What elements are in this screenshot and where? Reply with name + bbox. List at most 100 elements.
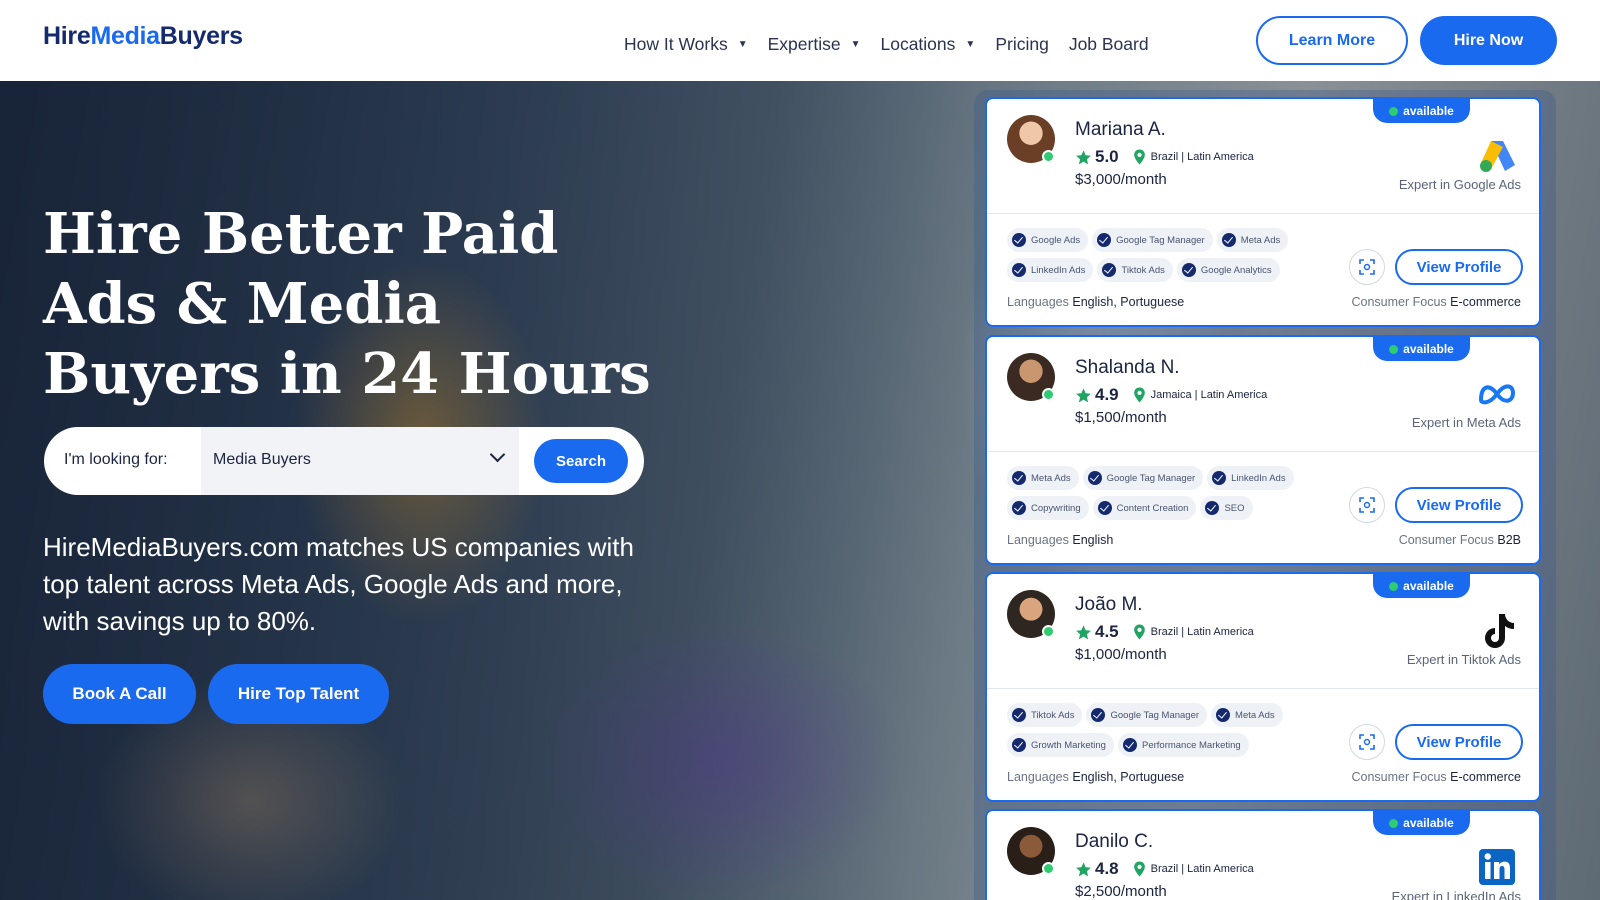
scan-icon bbox=[1359, 497, 1375, 513]
skill-label: Google Tag Manager bbox=[1110, 709, 1200, 721]
check-icon bbox=[1012, 471, 1026, 485]
check-icon bbox=[1091, 708, 1106, 722]
card-divider bbox=[987, 688, 1539, 689]
nav-pricing[interactable]: Pricing bbox=[995, 34, 1049, 55]
check-icon bbox=[1097, 501, 1112, 515]
star-icon bbox=[1076, 624, 1091, 639]
available-dot-icon bbox=[1389, 818, 1399, 828]
tiktok-icon bbox=[1485, 614, 1514, 648]
site-logo[interactable]: HireMediaBuyers bbox=[43, 22, 243, 51]
skill-label: Content Creation bbox=[1116, 502, 1189, 514]
talent-name: Danilo C. bbox=[1075, 831, 1154, 852]
talent-name: Mariana A. bbox=[1075, 119, 1166, 140]
skill-tag: Google Tag Manager bbox=[1092, 228, 1213, 252]
consumer-focus-row: Consumer Focus B2B bbox=[1399, 533, 1521, 547]
location-pin-icon bbox=[1133, 861, 1145, 877]
languages-value: English bbox=[1072, 533, 1114, 547]
skill-label: Google Tag Manager bbox=[1106, 472, 1196, 484]
nav-label: Expertise bbox=[767, 33, 841, 54]
view-profile-button[interactable]: View Profile bbox=[1395, 487, 1523, 523]
hire-top-talent-button[interactable]: Hire Top Talent bbox=[208, 664, 389, 724]
location-text: Brazil | Latin America bbox=[1150, 626, 1254, 638]
google-ads-icon bbox=[1480, 141, 1515, 172]
languages-label: Languages bbox=[1007, 533, 1069, 547]
skill-tag: Google Tag Manager bbox=[1082, 466, 1204, 490]
talent-search-bar: I'm looking for: Media Buyers Search bbox=[44, 427, 644, 495]
skill-tag: Content Creation bbox=[1092, 496, 1197, 520]
logo-text-hire: Hire bbox=[43, 22, 91, 50]
check-icon bbox=[1012, 738, 1026, 752]
hire-now-button[interactable]: Hire Now bbox=[1420, 16, 1557, 65]
skill-tag: Google Ads bbox=[1007, 228, 1089, 252]
languages-label: Languages bbox=[1007, 770, 1069, 784]
talent-card: available Danilo C. 4.8 Brazil | Latin A… bbox=[985, 809, 1541, 900]
skill-tag: Growth Marketing bbox=[1007, 733, 1114, 757]
check-icon bbox=[1097, 233, 1112, 247]
rating-location-row: 5.0 Brazil | Latin America bbox=[1075, 147, 1254, 167]
check-icon bbox=[1012, 708, 1026, 722]
talent-type-select[interactable]: Media Buyers bbox=[201, 427, 519, 495]
skill-tag: Tiktok Ads bbox=[1007, 703, 1083, 727]
check-icon bbox=[1181, 263, 1196, 277]
view-profile-button[interactable]: View Profile bbox=[1395, 724, 1523, 760]
book-call-button[interactable]: Book A Call bbox=[43, 664, 196, 724]
talent-card: available Shalanda N. 4.9 Jamaica | Lati… bbox=[985, 335, 1541, 565]
skill-label: Meta Ads bbox=[1235, 709, 1275, 721]
check-icon bbox=[1216, 708, 1231, 722]
talent-card: available João M. 4.5 Brazil | Latin Ame… bbox=[985, 572, 1541, 802]
badge-label: available bbox=[1403, 342, 1454, 356]
nav-expertise[interactable]: Expertise ▼ bbox=[768, 34, 861, 55]
nav-label: How It Works bbox=[624, 33, 728, 54]
expertise-text: Expert in Tiktok Ads bbox=[1406, 652, 1521, 667]
logo-text-media: Media bbox=[90, 22, 160, 50]
skill-label: Tiktok Ads bbox=[1031, 709, 1075, 721]
skill-tag: Meta Ads bbox=[1007, 466, 1079, 490]
star-icon bbox=[1076, 387, 1091, 402]
monthly-price: $1,000/month bbox=[1075, 646, 1167, 663]
skill-tag: Meta Ads bbox=[1211, 703, 1283, 727]
focus-label: Consumer Focus bbox=[1351, 770, 1447, 784]
check-icon bbox=[1012, 233, 1026, 247]
nav-job-board[interactable]: Job Board bbox=[1069, 34, 1149, 55]
badge-label: available bbox=[1403, 816, 1454, 830]
quick-view-button[interactable] bbox=[1349, 487, 1385, 523]
expertise-text: Expert in LinkedIn Ads bbox=[1391, 889, 1521, 900]
check-icon bbox=[1087, 471, 1102, 485]
rating-value: 4.8 bbox=[1095, 859, 1119, 878]
skills-list: Meta Ads Google Tag Manager LinkedIn Ads Co… bbox=[1007, 466, 1307, 526]
view-profile-button[interactable]: View Profile bbox=[1395, 249, 1523, 285]
rating-location-row: 4.5 Brazil | Latin America bbox=[1075, 622, 1254, 642]
location-pin-icon bbox=[1133, 149, 1145, 165]
focus-value: E-commerce bbox=[1450, 295, 1521, 309]
skill-label: Performance Marketing bbox=[1141, 739, 1241, 751]
available-badge: available bbox=[1373, 811, 1470, 835]
search-button[interactable]: Search bbox=[534, 439, 628, 483]
available-badge: available bbox=[1373, 337, 1470, 361]
skill-tag: LinkedIn Ads bbox=[1207, 466, 1294, 490]
scan-icon bbox=[1359, 259, 1375, 275]
nav-label: Job Board bbox=[1068, 33, 1149, 54]
available-dot-icon bbox=[1389, 581, 1399, 591]
languages-row: Languages English, Portuguese bbox=[1007, 295, 1184, 309]
location-pin-icon bbox=[1133, 387, 1145, 403]
nav-how-it-works[interactable]: How It Works ▼ bbox=[624, 34, 748, 55]
location-text: Brazil | Latin America bbox=[1150, 151, 1254, 163]
skill-label: Google Ads bbox=[1031, 234, 1081, 246]
skill-label: Tiktok Ads bbox=[1121, 264, 1165, 276]
main-nav: How It Works ▼ Expertise ▼ Locations ▼ Pric… bbox=[624, 33, 1169, 55]
rating-value: 4.9 bbox=[1095, 385, 1119, 404]
online-status-icon bbox=[1042, 150, 1055, 163]
consumer-focus-row: Consumer Focus E-commerce bbox=[1351, 770, 1521, 784]
talent-name: João M. bbox=[1075, 594, 1143, 615]
hero-title: Hire Better Paid Ads & Media Buyers in 2… bbox=[43, 201, 651, 407]
select-value: Media Buyers bbox=[213, 451, 311, 468]
nav-label: Locations bbox=[880, 33, 956, 54]
available-badge: available bbox=[1373, 574, 1470, 598]
check-icon bbox=[1205, 501, 1220, 515]
quick-view-button[interactable] bbox=[1349, 249, 1385, 285]
quick-view-button[interactable] bbox=[1349, 724, 1385, 760]
badge-label: available bbox=[1403, 104, 1454, 118]
nav-locations[interactable]: Locations ▼ bbox=[880, 34, 975, 55]
skill-tag: Google Analytics bbox=[1176, 258, 1280, 282]
learn-more-button[interactable]: Learn More bbox=[1256, 16, 1408, 65]
